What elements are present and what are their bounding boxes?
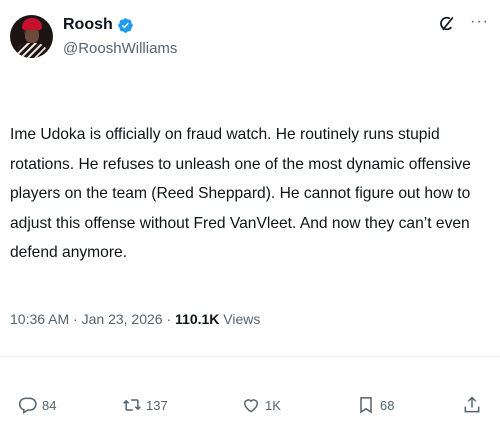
tweet-card: Roosh @RooshWilliams ··· Ime Udoka is of… <box>0 0 500 440</box>
meta-separator: · <box>166 311 172 327</box>
bookmark-icon <box>356 395 376 415</box>
avatar-shirt <box>16 43 48 58</box>
share-icon <box>462 395 482 415</box>
grok-icon[interactable] <box>437 14 457 34</box>
author-handle[interactable]: @RooshWilliams <box>63 40 177 57</box>
divider <box>0 356 500 357</box>
verified-badge-icon <box>117 17 134 34</box>
repost-icon <box>122 395 142 415</box>
more-icon[interactable]: ··· <box>470 13 489 31</box>
repost-count: 137 <box>146 397 168 413</box>
tweet-time[interactable]: 10:36 AM <box>10 311 69 327</box>
tweet-meta: 10:36 AM · Jan 23, 2026 · 110.1K Views <box>10 311 260 327</box>
like-count: 1K <box>265 397 281 413</box>
tweet-text: Ime Udoka is officially on fraud watch. … <box>10 126 471 261</box>
avatar-face <box>25 28 39 43</box>
share-button[interactable] <box>462 395 482 415</box>
views-count: 110.1K <box>175 311 220 327</box>
reply-button[interactable]: 84 <box>18 395 56 415</box>
heart-icon <box>241 395 261 415</box>
author-name-row: Roosh <box>63 16 134 34</box>
meta-separator: · <box>73 311 78 327</box>
reply-count: 84 <box>42 397 57 413</box>
like-button[interactable]: 1K <box>241 395 281 415</box>
views-label: Views <box>223 311 261 327</box>
tweet-date[interactable]: Jan 23, 2026 <box>82 311 163 327</box>
avatar[interactable] <box>10 15 53 58</box>
bookmark-button[interactable]: 68 <box>356 395 394 415</box>
repost-button[interactable]: 137 <box>122 395 168 415</box>
author-display-name[interactable]: Roosh <box>63 16 113 34</box>
bookmark-count: 68 <box>380 397 395 413</box>
avatar-cap <box>22 18 42 30</box>
reply-icon <box>18 395 38 415</box>
